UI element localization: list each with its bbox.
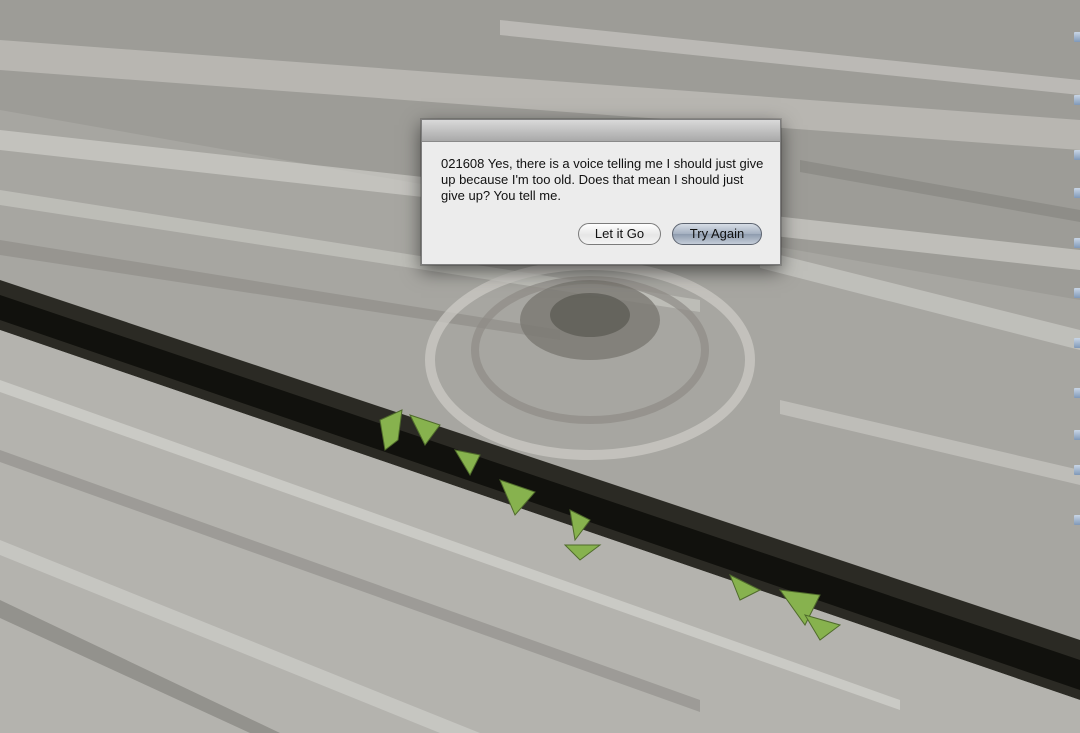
desktop: 021608 Yes, there is a voice telling me … [0, 0, 1080, 733]
desktop-file-icon[interactable] [1074, 288, 1080, 298]
alert-dialog: 021608 Yes, there is a voice telling me … [421, 119, 781, 265]
desktop-wallpaper [0, 0, 1080, 733]
try-again-button[interactable]: Try Again [672, 223, 762, 245]
dialog-titlebar[interactable] [422, 120, 780, 142]
dialog-message: 021608 Yes, there is a voice telling me … [441, 156, 764, 203]
desktop-file-icon[interactable] [1074, 430, 1080, 440]
desktop-file-icon[interactable] [1074, 338, 1080, 348]
desktop-file-icon[interactable] [1074, 388, 1080, 398]
desktop-file-icon[interactable] [1074, 238, 1080, 248]
desktop-file-icon[interactable] [1074, 188, 1080, 198]
desktop-file-icon[interactable] [1074, 465, 1080, 475]
desktop-file-icon[interactable] [1074, 515, 1080, 525]
let-it-go-button[interactable]: Let it Go [578, 223, 661, 245]
desktop-file-icon[interactable] [1074, 95, 1080, 105]
desktop-file-icon[interactable] [1074, 150, 1080, 160]
desktop-icon-strip [1072, 0, 1080, 733]
desktop-file-icon[interactable] [1074, 32, 1080, 42]
